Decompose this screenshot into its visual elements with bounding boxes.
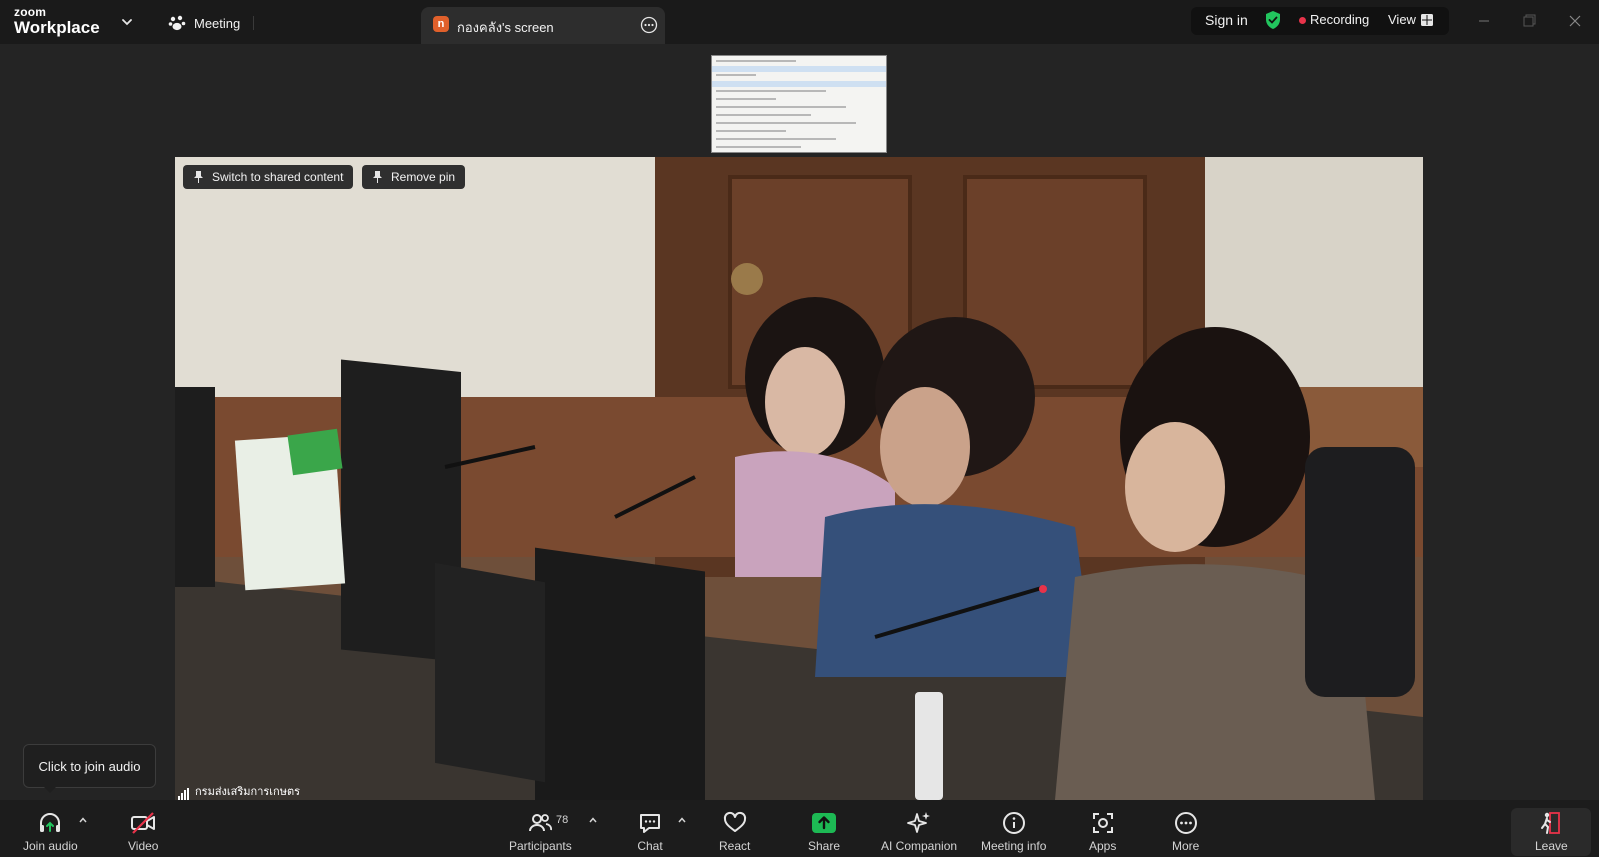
switch-to-shared-content-label: Switch to shared content xyxy=(212,170,344,184)
thumb-row xyxy=(716,130,786,132)
thumb-row xyxy=(716,60,796,62)
participants-count: 78 xyxy=(556,814,569,826)
meeting-info-button[interactable]: Meeting info xyxy=(981,810,1046,853)
thumb-header-row xyxy=(712,81,886,87)
thumb-row xyxy=(716,98,776,100)
grid-icon[interactable] xyxy=(1421,14,1433,26)
join-audio-label: Join audio xyxy=(23,839,78,853)
ellipsis-icon xyxy=(1174,812,1197,834)
shared-content-thumbnail[interactable] xyxy=(711,55,887,153)
logo-zoom-text: zoom xyxy=(14,5,47,19)
zoom-workplace-logo: zoom Workplace xyxy=(14,6,100,36)
video-label: Video xyxy=(128,839,159,853)
more-icon[interactable] xyxy=(640,16,658,34)
recording-label[interactable]: Recording xyxy=(1310,12,1369,27)
leave-button[interactable]: Leave xyxy=(1535,810,1568,853)
ai-companion-label: AI Companion xyxy=(881,839,958,853)
meeting-toolbar xyxy=(0,800,1599,857)
info-icon xyxy=(1002,812,1025,834)
thumb-row xyxy=(716,122,856,124)
chat-options-caret[interactable] xyxy=(677,815,687,825)
headphones-icon xyxy=(40,813,61,832)
join-audio-button[interactable]: Join audio xyxy=(23,810,78,853)
video-frame-image xyxy=(175,157,1423,800)
ai-companion-button[interactable]: AI Companion xyxy=(881,810,957,853)
leave-icon xyxy=(1541,812,1561,834)
pinned-video[interactable] xyxy=(175,157,1423,800)
recording-dot xyxy=(1299,17,1306,24)
video-button[interactable]: Video xyxy=(128,810,158,853)
restore-icon[interactable] xyxy=(1519,11,1539,31)
paw-icon xyxy=(168,15,186,31)
join-audio-tooltip: Click to join audio xyxy=(23,744,156,793)
shield-check-icon[interactable] xyxy=(1264,10,1282,30)
remove-pin-button[interactable]: Remove pin xyxy=(362,165,466,189)
apps-label: Apps xyxy=(1089,839,1117,853)
participants-label: Participants xyxy=(509,839,572,853)
meeting-info-label: Meeting info xyxy=(981,839,1047,853)
thumb-row xyxy=(716,106,846,108)
chat-label: Chat xyxy=(637,839,663,853)
chat-icon xyxy=(640,814,660,833)
remove-pin-label: Remove pin xyxy=(391,170,456,184)
thumb-row xyxy=(716,90,826,92)
participants-options-caret[interactable] xyxy=(588,815,598,825)
tab-shared-screen[interactable]: n กองคลัง's screen xyxy=(421,7,665,44)
thumb-row xyxy=(716,114,811,116)
react-button[interactable]: React xyxy=(719,810,750,853)
tab-meeting-label: Meeting xyxy=(194,15,241,31)
thumb-row xyxy=(716,74,756,76)
signal-strength-icon xyxy=(178,788,189,800)
share-button[interactable]: Share xyxy=(808,810,840,853)
video-off-icon xyxy=(131,812,156,834)
apps-icon xyxy=(1092,813,1113,833)
thumb-header-row xyxy=(712,66,886,72)
participant-name-tag: กรมส่งเสริมการเกษตร xyxy=(178,784,300,800)
view-button[interactable]: View xyxy=(1388,12,1416,27)
sign-in-link[interactable]: Sign in xyxy=(1205,12,1248,28)
share-arrow-icon xyxy=(812,813,837,833)
switch-to-shared-content-button[interactable]: Switch to shared content xyxy=(183,165,354,189)
tab-meeting[interactable]: Meeting xyxy=(168,12,240,34)
shared-screen-label: กองคลัง's screen xyxy=(457,20,554,35)
sparkle-icon xyxy=(907,812,931,833)
leave-label: Leave xyxy=(1535,839,1568,853)
tab-divider xyxy=(253,16,254,30)
sharer-avatar-badge: n xyxy=(433,16,449,32)
apps-button[interactable]: Apps xyxy=(1089,810,1116,853)
pin-icon xyxy=(373,171,382,183)
more-label: More xyxy=(1172,839,1200,853)
heart-icon xyxy=(723,811,746,832)
audio-options-caret[interactable] xyxy=(78,815,88,825)
chat-button[interactable]: Chat xyxy=(637,810,663,853)
minimize-icon[interactable] xyxy=(1474,11,1494,31)
share-label: Share xyxy=(808,839,841,853)
thumb-row xyxy=(716,138,836,140)
participants-icon xyxy=(529,814,553,832)
chevron-down-icon[interactable] xyxy=(120,15,134,29)
pin-icon xyxy=(194,171,203,183)
participant-name: กรมส่งเสริมการเกษตร xyxy=(195,786,301,798)
close-icon[interactable] xyxy=(1565,11,1585,31)
more-button[interactable]: More xyxy=(1172,810,1199,853)
logo-workplace-text: Workplace xyxy=(14,18,100,37)
react-label: React xyxy=(719,839,751,853)
thumb-row xyxy=(716,146,801,148)
